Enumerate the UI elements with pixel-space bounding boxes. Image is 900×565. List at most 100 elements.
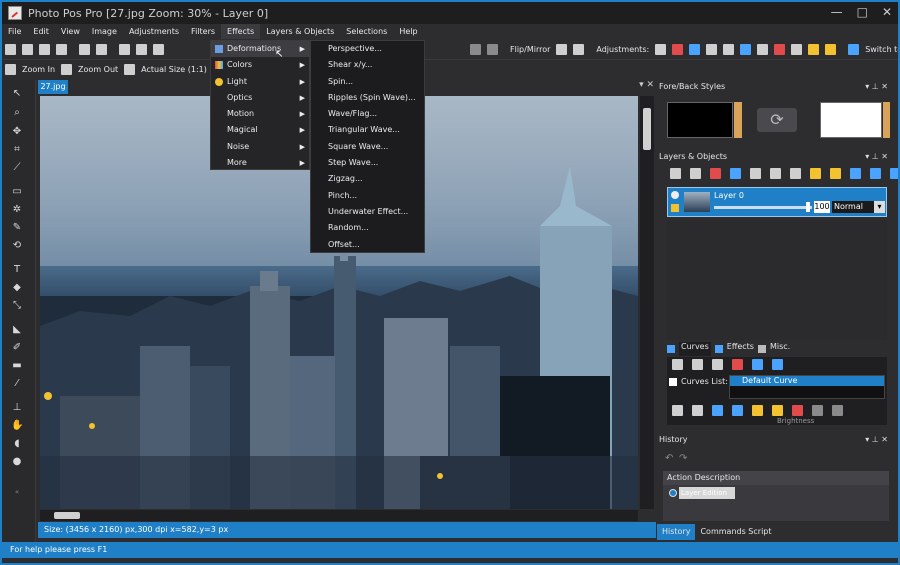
tab-effects[interactable]: Effects — [727, 342, 754, 356]
menu-layers-objects[interactable]: Layers & Objects — [260, 24, 340, 39]
curve-options-icon[interactable] — [732, 405, 743, 416]
minimize-button[interactable]: — — [831, 5, 843, 19]
menu-effects[interactable]: Effects — [221, 24, 261, 39]
back-style-spinner[interactable] — [883, 102, 890, 138]
tab-commands-script[interactable]: Commands Script — [695, 524, 776, 540]
opacity-slider-handle[interactable] — [806, 202, 810, 212]
rect-select-tool-icon[interactable]: ▭ — [11, 186, 23, 198]
group-layer-icon[interactable] — [790, 168, 801, 179]
line-tool-icon[interactable]: ⟋ — [11, 162, 23, 174]
submenu-item-shear[interactable]: Shear x/y... — [311, 57, 424, 73]
panel-controls[interactable]: ▾ ⊥ ✕ — [865, 150, 888, 164]
menu-item-more[interactable]: More ▶ — [211, 155, 309, 171]
merge-layer-icon[interactable] — [750, 168, 761, 179]
speech-bubble-tool-icon[interactable]: ● — [11, 456, 23, 468]
move-tool-icon[interactable]: ✥ — [11, 126, 23, 138]
redo-icon[interactable] — [96, 44, 107, 55]
lasso-tool-icon[interactable]: ✎ — [11, 222, 23, 234]
eyedropper-tool-icon[interactable]: ⁄ — [11, 378, 23, 390]
layer-props-icon[interactable] — [730, 168, 741, 179]
new-curve-icon[interactable] — [712, 359, 723, 370]
flip-horizontal-icon[interactable] — [556, 44, 568, 55]
curves-icon[interactable] — [706, 44, 718, 55]
color-balance-icon[interactable] — [672, 44, 684, 55]
fore-color-swatch[interactable] — [667, 102, 733, 138]
objects-icon[interactable] — [810, 168, 821, 179]
actual-size-icon[interactable] — [124, 64, 136, 75]
duplicate-layer-icon[interactable] — [690, 168, 701, 179]
blue-drop-icon[interactable] — [740, 44, 752, 55]
submenu-item-random[interactable]: Random... — [311, 220, 424, 236]
paste-icon[interactable] — [153, 44, 164, 55]
curve-tool-icon[interactable] — [672, 405, 683, 416]
save-icon[interactable] — [39, 44, 50, 55]
novice-switch-icon[interactable] — [848, 44, 860, 55]
zoom-out-button[interactable]: Zoom Out — [78, 65, 118, 74]
back-color-swatch[interactable] — [820, 102, 882, 138]
tab-misc[interactable]: Misc. — [770, 342, 790, 356]
layer-lock-icon[interactable] — [671, 204, 679, 212]
menu-item-magical[interactable]: Magical ▶ — [211, 122, 309, 138]
menu-file[interactable]: File — [2, 24, 27, 39]
submenu-item-triangular-wave[interactable]: Triangular Wave... — [311, 122, 424, 138]
lightning-icon[interactable] — [825, 44, 837, 55]
new-layer-icon[interactable] — [670, 168, 681, 179]
tab-history[interactable]: History — [657, 524, 696, 540]
photo-icon[interactable] — [774, 44, 786, 55]
maximize-button[interactable]: □ — [857, 5, 868, 19]
crop-tool-icon[interactable]: ⌗ — [11, 144, 23, 156]
submenu-item-underwater[interactable]: Underwater Effect... — [311, 204, 424, 220]
pointer-tool-icon[interactable]: ↖ — [11, 88, 23, 100]
curve-add-icon[interactable] — [712, 405, 723, 416]
panel-controls[interactable]: ▾ ⊥ ✕ — [865, 433, 888, 447]
menu-item-colors[interactable]: Colors ▶ — [211, 57, 309, 73]
new-file-icon[interactable] — [5, 44, 16, 55]
submenu-item-wave-flag[interactable]: Wave/Flag... — [311, 106, 424, 122]
menu-item-optics[interactable]: Optics ▶ — [211, 90, 309, 106]
blend-mode-dropdown-icon[interactable]: ▾ — [874, 201, 885, 213]
curve-lines-icon[interactable] — [692, 405, 703, 416]
curve-list-item[interactable]: Default Curve — [730, 376, 884, 386]
levels-icon[interactable] — [689, 44, 701, 55]
magic-wand-tool-icon[interactable]: ✲ — [11, 204, 23, 216]
menu-adjustments[interactable]: Adjustments — [123, 24, 185, 39]
picture-icon[interactable] — [791, 44, 803, 55]
panel-controls[interactable]: ▾ ⊥ ✕ — [865, 80, 888, 94]
cut-icon[interactable] — [119, 44, 130, 55]
menu-filters[interactable]: Filters — [185, 24, 221, 39]
zoom-in-button[interactable]: Zoom In — [22, 65, 55, 74]
menu-help[interactable]: Help — [393, 24, 423, 39]
drop-icon[interactable] — [723, 44, 735, 55]
vertical-scroll-thumb[interactable] — [643, 108, 651, 150]
flip-vertical-icon[interactable] — [573, 44, 585, 55]
history-entry[interactable]: Layer Edition — [679, 487, 735, 499]
star-icon[interactable] — [808, 44, 820, 55]
sponge-tool-icon[interactable]: ◖ — [11, 438, 23, 450]
submenu-item-pinch[interactable]: Pinch... — [311, 188, 424, 204]
rotate-right-icon[interactable] — [487, 44, 498, 55]
submenu-item-ripples[interactable]: Ripples (Spin Wave)... — [311, 90, 424, 106]
actual-size-button[interactable]: Actual Size (1:1) — [141, 65, 207, 74]
menu-item-deformations[interactable]: Deformations ▶ — [211, 41, 309, 58]
history-undo-icon[interactable]: ↶ — [665, 453, 673, 464]
save-curve-icon[interactable] — [672, 359, 683, 370]
curve-flip-icon[interactable] — [812, 405, 823, 416]
curve-paste-icon[interactable] — [772, 405, 783, 416]
move-down-icon[interactable] — [850, 168, 861, 179]
zoom-tool-icon[interactable]: ⌕ — [11, 107, 23, 119]
document-tab-controls[interactable]: ▾ ✕ — [639, 80, 654, 90]
image-icon[interactable] — [757, 44, 769, 55]
collapse-toolbar-icon[interactable]: « — [11, 486, 23, 498]
opacity-slider[interactable] — [714, 206, 812, 209]
text-tool-icon[interactable]: T — [11, 264, 23, 276]
menu-item-light[interactable]: Light ▶ — [211, 74, 309, 90]
save-as-icon[interactable] — [56, 44, 67, 55]
undo-icon[interactable] — [79, 44, 90, 55]
document-tab[interactable]: 27.jpg — [38, 80, 68, 94]
fore-style-spinner[interactable] — [734, 102, 742, 138]
close-button[interactable]: ✕ — [882, 5, 892, 19]
submenu-item-spin[interactable]: Spin... — [311, 74, 424, 90]
layer-mask-icon[interactable] — [770, 168, 781, 179]
menu-selections[interactable]: Selections — [340, 24, 393, 39]
brush-tool-icon[interactable]: ✐ — [11, 342, 23, 354]
